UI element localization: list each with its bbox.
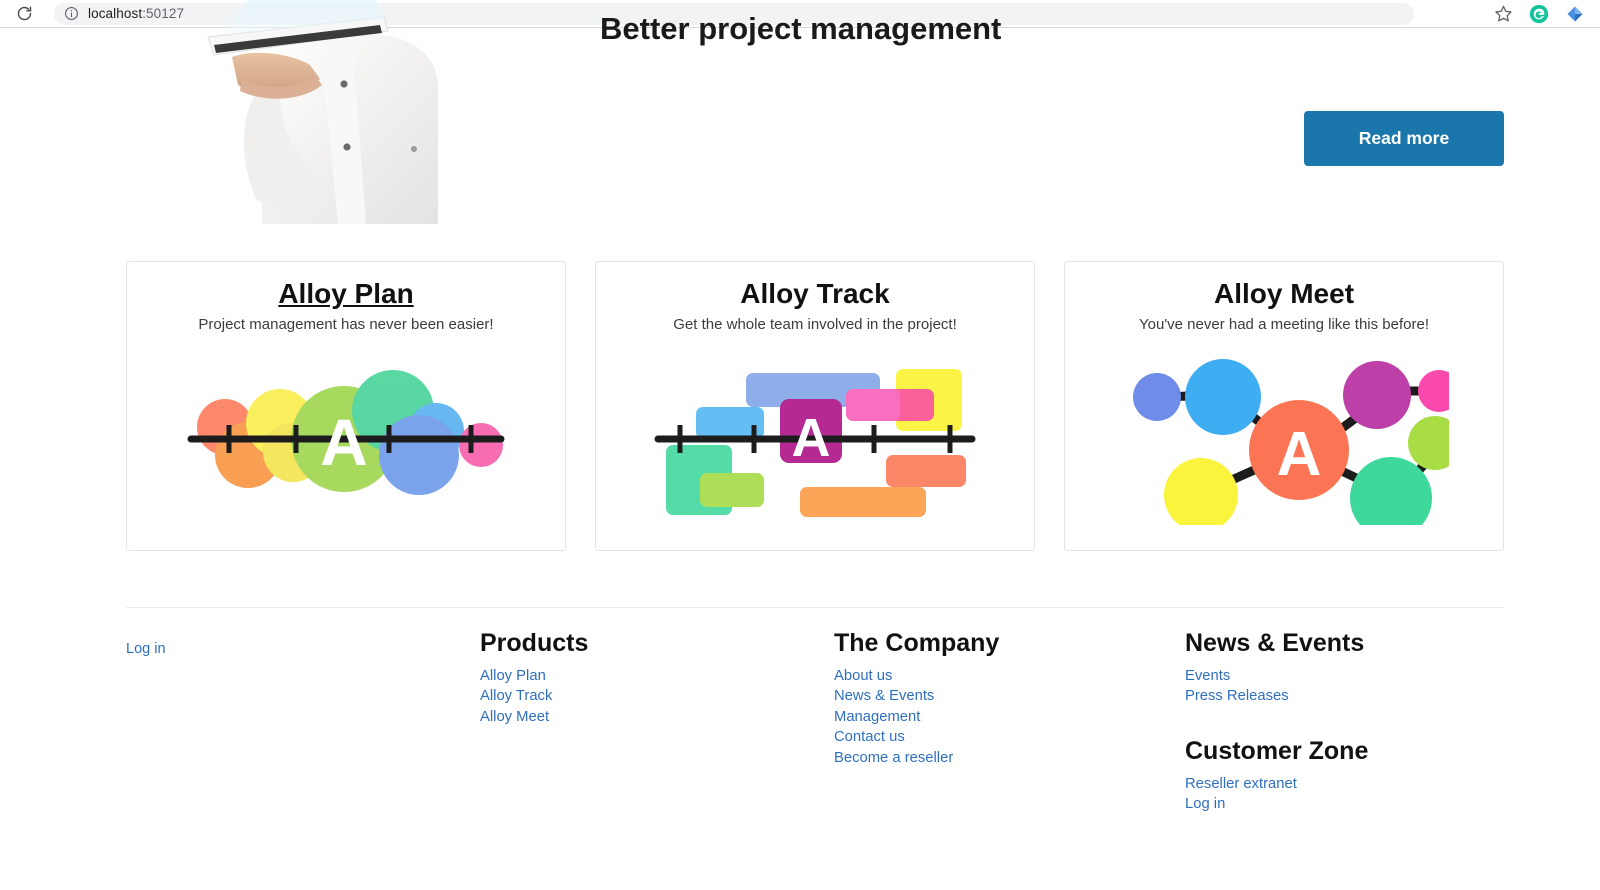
footer-column-company: The Company About us News & Events Manag… <box>834 629 999 768</box>
footer-heading-news-events: News & Events <box>1185 629 1368 658</box>
footer-link-alloy-plan[interactable]: Alloy Plan <box>480 666 588 687</box>
footer-link-alloy-meet[interactable]: Alloy Meet <box>480 707 588 728</box>
footer-heading-products: Products <box>480 629 588 658</box>
svg-text:A: A <box>792 408 831 468</box>
footer-links-products: Alloy Plan Alloy Track Alloy Meet <box>480 666 588 728</box>
footer-link-become-a-reseller[interactable]: Become a reseller <box>834 748 999 769</box>
footer-link-management[interactable]: Management <box>834 707 999 728</box>
site-footer: Log in Products Alloy Plan Alloy Track A… <box>0 629 1600 889</box>
card-alloy-meet[interactable]: Alloy Meet You've never had a meeting li… <box>1064 261 1504 551</box>
card-subtitle-alloy-meet: You've never had a meeting like this bef… <box>1139 316 1429 333</box>
blue-diamond-extension-icon[interactable] <box>1564 3 1586 25</box>
hero-headline: Better project management <box>600 11 1001 47</box>
footer-heading-customer-zone: Customer Zone <box>1185 737 1368 766</box>
card-title-alloy-track[interactable]: Alloy Track <box>740 276 889 311</box>
footer-link-reseller-extranet[interactable]: Reseller extranet <box>1185 774 1368 795</box>
footer-links-news: Events Press Releases <box>1185 666 1368 707</box>
alloy-plan-bubbles-logo: A <box>181 355 511 525</box>
card-subtitle-alloy-plan: Project management has never been easier… <box>198 316 493 333</box>
card-subtitle-alloy-track: Get the whole team involved in the proje… <box>673 316 957 333</box>
footer-link-press-releases[interactable]: Press Releases <box>1185 686 1368 707</box>
reload-icon[interactable] <box>10 0 38 28</box>
read-more-button[interactable]: Read more <box>1304 111 1504 166</box>
footer-heading-company: The Company <box>834 629 999 658</box>
footer-link-contact-us[interactable]: Contact us <box>834 727 999 748</box>
footer-link-about-us[interactable]: About us <box>834 666 999 687</box>
footer-links-customer-zone: Reseller extranet Log in <box>1185 774 1368 815</box>
url-host: localhost <box>88 6 142 21</box>
card-title-alloy-plan[interactable]: Alloy Plan <box>278 276 413 311</box>
footer-column-products: Products Alloy Plan Alloy Track Alloy Me… <box>480 629 588 727</box>
alloy-meet-network-logo: A <box>1119 355 1449 525</box>
site-info-icon[interactable] <box>64 6 79 21</box>
grammarly-extension-icon[interactable] <box>1528 3 1550 25</box>
alloy-track-gantt-logo: A <box>650 355 980 525</box>
browser-actions <box>1492 3 1600 25</box>
star-outline-icon[interactable] <box>1492 3 1514 25</box>
hero-photo <box>170 0 490 224</box>
page-content: Better project management Read more Allo… <box>0 29 1600 890</box>
hero-section: Better project management Read more <box>0 29 1600 229</box>
footer-link-alloy-track[interactable]: Alloy Track <box>480 686 588 707</box>
footer-divider <box>126 607 1504 608</box>
footer-link-customer-login[interactable]: Log in <box>1185 794 1368 815</box>
card-alloy-plan[interactable]: Alloy Plan Project management has never … <box>126 261 566 551</box>
svg-text:A: A <box>1277 420 1322 489</box>
footer-login-link[interactable]: Log in <box>126 641 166 657</box>
card-alloy-track[interactable]: Alloy Track Get the whole team involved … <box>595 261 1035 551</box>
footer-link-events[interactable]: Events <box>1185 666 1368 687</box>
card-title-alloy-meet[interactable]: Alloy Meet <box>1214 276 1354 311</box>
svg-text:A: A <box>320 405 368 479</box>
product-cards: Alloy Plan Project management has never … <box>126 261 1504 551</box>
footer-link-news-and-events[interactable]: News & Events <box>834 686 999 707</box>
footer-column-news: News & Events Events Press Releases Cust… <box>1185 629 1368 815</box>
footer-links-company: About us News & Events Management Contac… <box>834 666 999 769</box>
